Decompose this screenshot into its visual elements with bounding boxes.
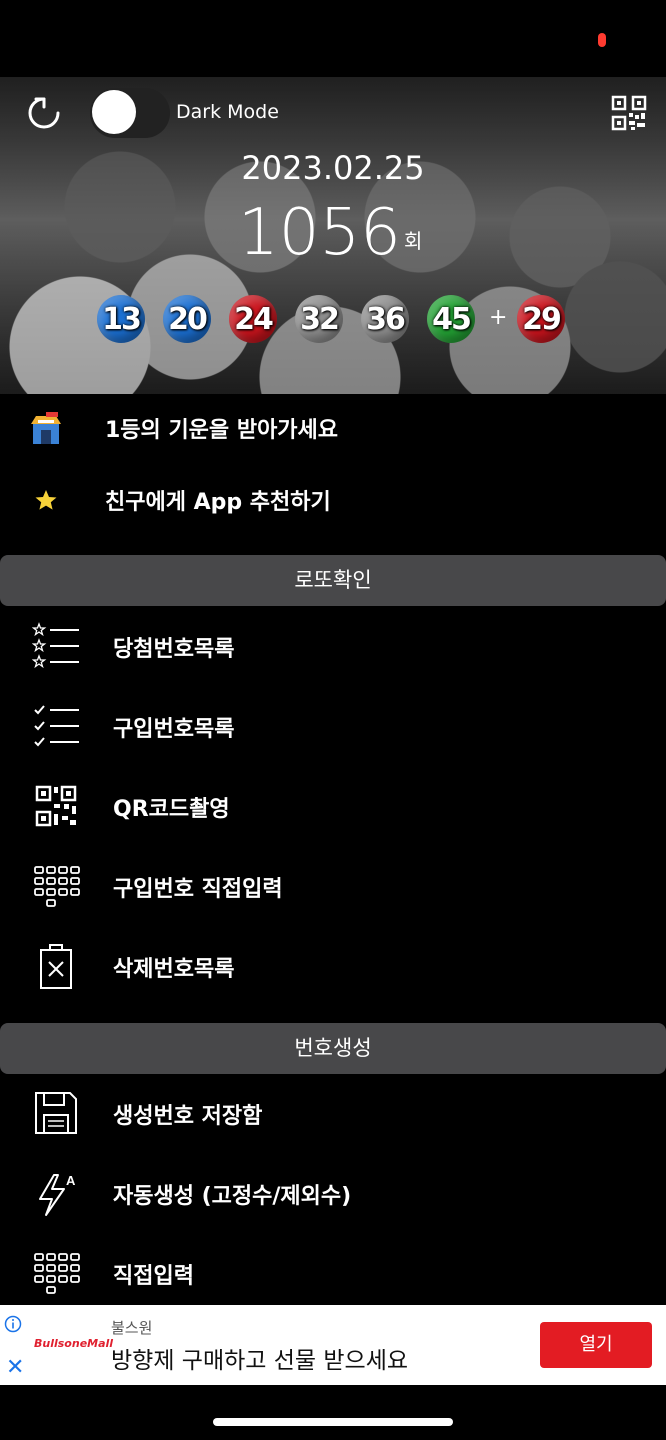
recommend-app-link[interactable]: 친구에게 App 추천하기 [0,466,666,536]
ad-banner[interactable]: ✕ BullsoneMall 불스원 방향제 구매하고 선물 받으세요 열기 [0,1305,666,1385]
dark-mode-label: Dark Mode [176,101,279,123]
qr-code-icon[interactable] [611,95,647,131]
check-list-icon [34,705,79,747]
manual-input-item[interactable]: 직접입력 [0,1237,666,1309]
latest-draw-banner: Dark Mode 2023.02.25 1056 회 13 20 24 32 … [0,77,666,394]
winning-number-ball: 32 [295,295,343,343]
winning-numbers: 13 20 24 32 36 45 + 29 [0,295,666,345]
winning-number-ball: 36 [361,295,409,343]
bonus-plus-sign: + [489,305,508,330]
home-indicator [213,1418,453,1426]
refresh-icon[interactable] [26,95,62,131]
auto-flash-icon: A [39,1173,76,1216]
ad-sponsor: 불스원 [111,1319,153,1337]
star-icon [35,490,57,510]
winning-numbers-list-item[interactable]: 당첨번호목록 [0,610,666,682]
menu-label: QR코드촬영 [113,797,230,822]
dark-mode-toggle[interactable] [90,88,170,138]
winning-number-ball: 24 [229,295,277,343]
menu-label: 구입번호 직접입력 [113,877,283,902]
lucky-store-link[interactable]: 1등의 기운을 받아가세요 [0,394,666,464]
ad-open-button[interactable]: 열기 [540,1322,652,1368]
toggle-knob [92,90,136,134]
draw-round-number: 1056 [238,196,401,270]
keypad-icon [34,866,80,907]
menu-label: 자동생성 (고정수/제외수) [113,1184,352,1209]
auto-generate-item[interactable]: A 자동생성 (고정수/제외수) [0,1157,666,1229]
winning-number-ball: 20 [163,295,211,343]
status-bar [0,0,666,77]
deleted-numbers-list-item[interactable]: 삭제번호목록 [0,930,666,1002]
qr-scan-item[interactable]: QR코드촬영 [0,770,666,842]
section-header-generate: 번호생성 [0,1023,666,1074]
draw-round-suffix: 회 [404,229,423,253]
shop-icon [31,412,61,444]
section-header-check: 로또확인 [0,555,666,606]
winning-number-ball: 45 [427,295,475,343]
save-icon [35,1092,77,1134]
info-icon[interactable] [4,1315,22,1333]
ad-headline[interactable]: 방향제 구매하고 선물 받으세요 [111,1341,408,1375]
menu-label: 당첨번호목록 [113,637,235,662]
advertiser-logo: BullsoneMall [34,1337,114,1350]
qr-code-icon [35,785,77,827]
winning-number-ball: 13 [97,295,145,343]
menu-label: 친구에게 App 추천하기 [105,490,331,515]
bonus-number-ball: 29 [517,295,565,343]
generated-numbers-storage-item[interactable]: 생성번호 저장함 [0,1077,666,1149]
menu-label: 삭제번호목록 [113,957,235,982]
menu-label: 생성번호 저장함 [113,1104,263,1129]
star-list-icon [32,622,79,669]
svg-text:A: A [66,1173,76,1188]
menu-label: 구입번호목록 [113,717,235,742]
draw-date: 2023.02.25 [241,149,425,187]
manual-purchase-input-item[interactable]: 구입번호 직접입력 [0,850,666,922]
keypad-icon [34,1253,80,1294]
purchased-numbers-list-item[interactable]: 구입번호목록 [0,690,666,762]
recording-indicator [598,33,606,47]
trash-icon [40,944,72,989]
close-icon[interactable]: ✕ [6,1357,24,1379]
menu-label: 1등의 기운을 받아가세요 [105,418,339,443]
menu-label: 직접입력 [113,1264,194,1289]
